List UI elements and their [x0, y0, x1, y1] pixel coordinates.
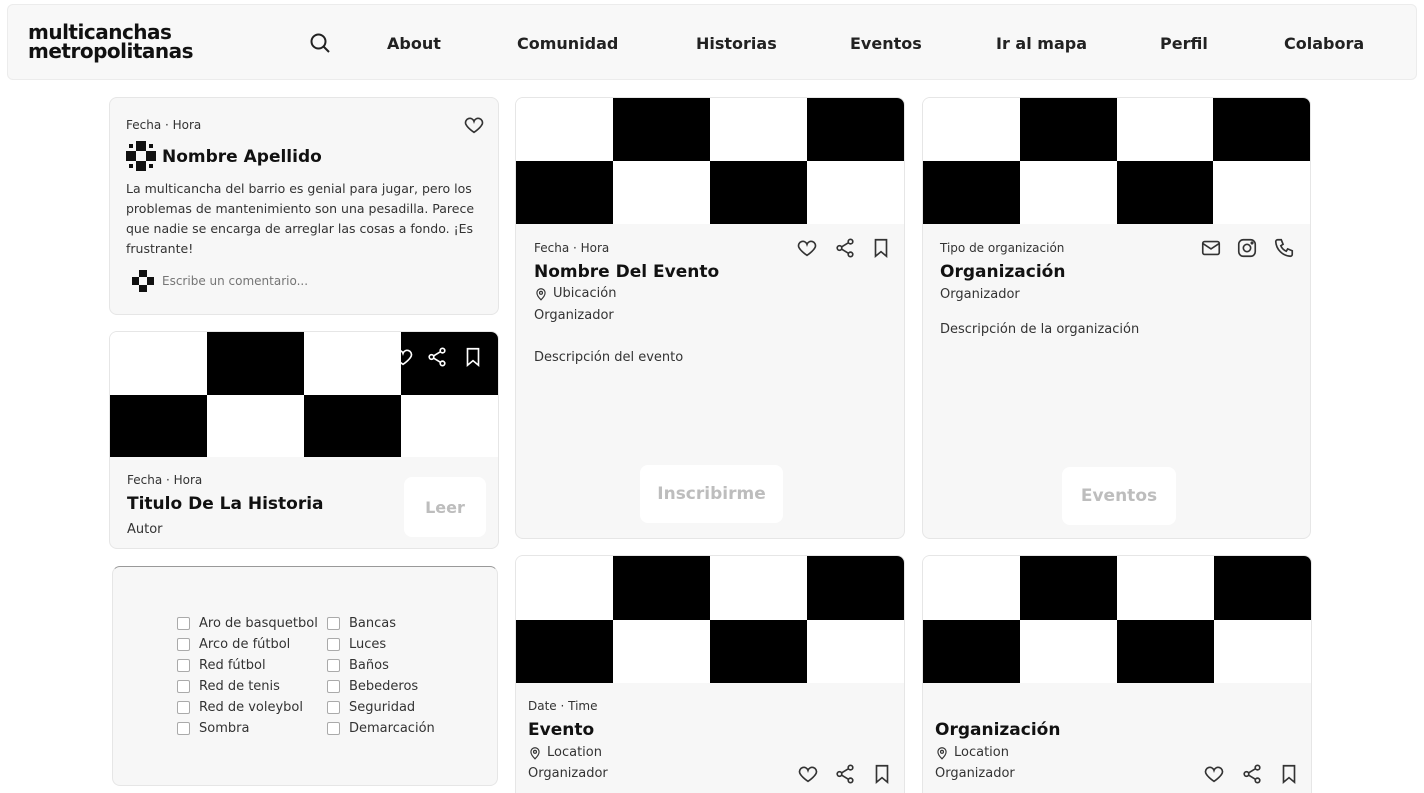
event-organizer: Organizador [528, 766, 608, 781]
checkbox[interactable] [177, 722, 190, 735]
mail-icon[interactable] [1200, 237, 1222, 259]
small-avatar [132, 270, 154, 292]
amenity-option[interactable]: Bancas [327, 613, 435, 634]
amenities-filter-card: Aro de basquetbol Arco de fútbol Red fút… [112, 566, 498, 786]
instagram-icon[interactable] [1236, 237, 1258, 259]
comment-input[interactable] [162, 271, 462, 291]
heart-icon[interactable] [797, 763, 819, 785]
bookmark-icon[interactable] [1278, 763, 1300, 785]
register-button[interactable]: Inscribirme [640, 465, 783, 523]
heart-icon[interactable] [796, 237, 818, 259]
location-pin-icon [536, 287, 546, 301]
nav-colabora[interactable]: Colabora [1284, 34, 1364, 53]
organization-organizer: Organizador [935, 766, 1015, 781]
checkbox[interactable] [177, 638, 190, 651]
amenity-option[interactable]: Baños [327, 655, 435, 676]
organization-description: Descripción de la organización [940, 322, 1140, 337]
amenity-option[interactable]: Luces [327, 634, 435, 655]
amenity-option[interactable]: Red de tenis [177, 676, 318, 697]
bookmark-icon[interactable] [870, 237, 892, 259]
avatar [126, 141, 156, 171]
organization-card: Tipo de organización Organización Organi… [922, 97, 1311, 539]
event-card-small: Date · Time Evento Location Organizador [515, 555, 905, 793]
events-button[interactable]: Eventos [1062, 467, 1176, 525]
nav-ir-al-mapa[interactable]: Ir al mapa [996, 34, 1087, 53]
event-meta: Fecha · Hora [534, 241, 610, 255]
search-icon[interactable] [308, 31, 332, 55]
event-card: Fecha · Hora Nombre Del Evento Ubicación… [515, 97, 905, 539]
event-description: Descripción del evento [534, 350, 684, 365]
event-title: Evento [528, 720, 595, 740]
event-organizer: Organizador [534, 308, 614, 323]
heart-icon[interactable] [463, 114, 485, 136]
organization-image [923, 98, 1310, 224]
amenity-option[interactable]: Red de voleybol [177, 697, 318, 718]
share-icon[interactable] [1241, 763, 1263, 785]
event-image [516, 556, 904, 683]
amenity-option[interactable]: Red fútbol [177, 655, 318, 676]
comment-author: Nombre Apellido [162, 147, 322, 167]
comment-card: Fecha · Hora Nombre Apellido La multican… [109, 97, 499, 315]
story-card[interactable]: Fecha · Hora Titulo De La Historia Autor… [109, 331, 499, 549]
amenity-option[interactable]: Sombra [177, 718, 318, 739]
location-pin-icon [530, 746, 540, 760]
nav-about[interactable]: About [387, 34, 441, 53]
checkbox[interactable] [327, 659, 340, 672]
bookmark-icon[interactable] [462, 346, 484, 368]
nav-perfil[interactable]: Perfil [1160, 34, 1208, 53]
amenities-col-1: Aro de basquetbol Arco de fútbol Red fút… [177, 613, 318, 739]
nav-eventos[interactable]: Eventos [850, 34, 922, 53]
checkbox[interactable] [177, 659, 190, 672]
checkbox[interactable] [177, 680, 190, 693]
comment-meta: Fecha · Hora [126, 118, 202, 132]
checkbox[interactable] [177, 617, 190, 630]
nav-historias[interactable]: Historias [696, 34, 777, 53]
organization-title: Organización [935, 720, 1061, 740]
amenity-option[interactable]: Aro de basquetbol [177, 613, 318, 634]
top-navbar: multicanchas metropolitanas About Comuni… [7, 4, 1417, 80]
amenity-option[interactable]: Arco de fútbol [177, 634, 318, 655]
phone-icon[interactable] [1273, 237, 1295, 259]
amenity-option[interactable]: Bebederos [327, 676, 435, 697]
story-title: Titulo De La Historia [127, 494, 324, 514]
checkbox[interactable] [327, 701, 340, 714]
event-location: Location [528, 745, 602, 760]
checkbox[interactable] [327, 680, 340, 693]
organization-card-small: Organización Location Organizador [922, 555, 1312, 793]
checkbox[interactable] [327, 722, 340, 735]
event-image [516, 98, 904, 224]
event-meta: Date · Time [528, 699, 598, 713]
heart-icon[interactable] [392, 346, 414, 368]
share-icon[interactable] [834, 763, 856, 785]
checkbox[interactable] [327, 638, 340, 651]
organization-organizer: Organizador [940, 287, 1020, 302]
comment-text: La multicancha del barrio es genial para… [126, 181, 475, 256]
event-title: Nombre Del Evento [534, 262, 720, 282]
read-button[interactable]: Leer [404, 477, 486, 537]
organization-image [923, 556, 1311, 683]
organization-meta: Tipo de organización [940, 241, 1065, 255]
organization-location: Location [935, 745, 1009, 760]
story-author: Autor [127, 522, 163, 537]
nav-comunidad[interactable]: Comunidad [517, 34, 618, 53]
checkbox[interactable] [327, 617, 340, 630]
location-pin-icon [937, 746, 947, 760]
site-logo[interactable]: multicanchas metropolitanas [28, 22, 194, 63]
amenities-col-2: Bancas Luces Baños Bebederos Seguridad D… [327, 613, 435, 739]
logo-line-2: metropolitanas [28, 39, 194, 63]
share-icon[interactable] [834, 237, 856, 259]
story-meta: Fecha · Hora [127, 473, 203, 487]
amenity-option[interactable]: Demarcación [327, 718, 435, 739]
organization-title: Organización [940, 262, 1066, 282]
checkbox[interactable] [177, 701, 190, 714]
heart-icon[interactable] [1203, 763, 1225, 785]
event-location: Ubicación [534, 286, 616, 301]
share-icon[interactable] [426, 346, 448, 368]
amenity-option[interactable]: Seguridad [327, 697, 435, 718]
bookmark-icon[interactable] [871, 763, 893, 785]
